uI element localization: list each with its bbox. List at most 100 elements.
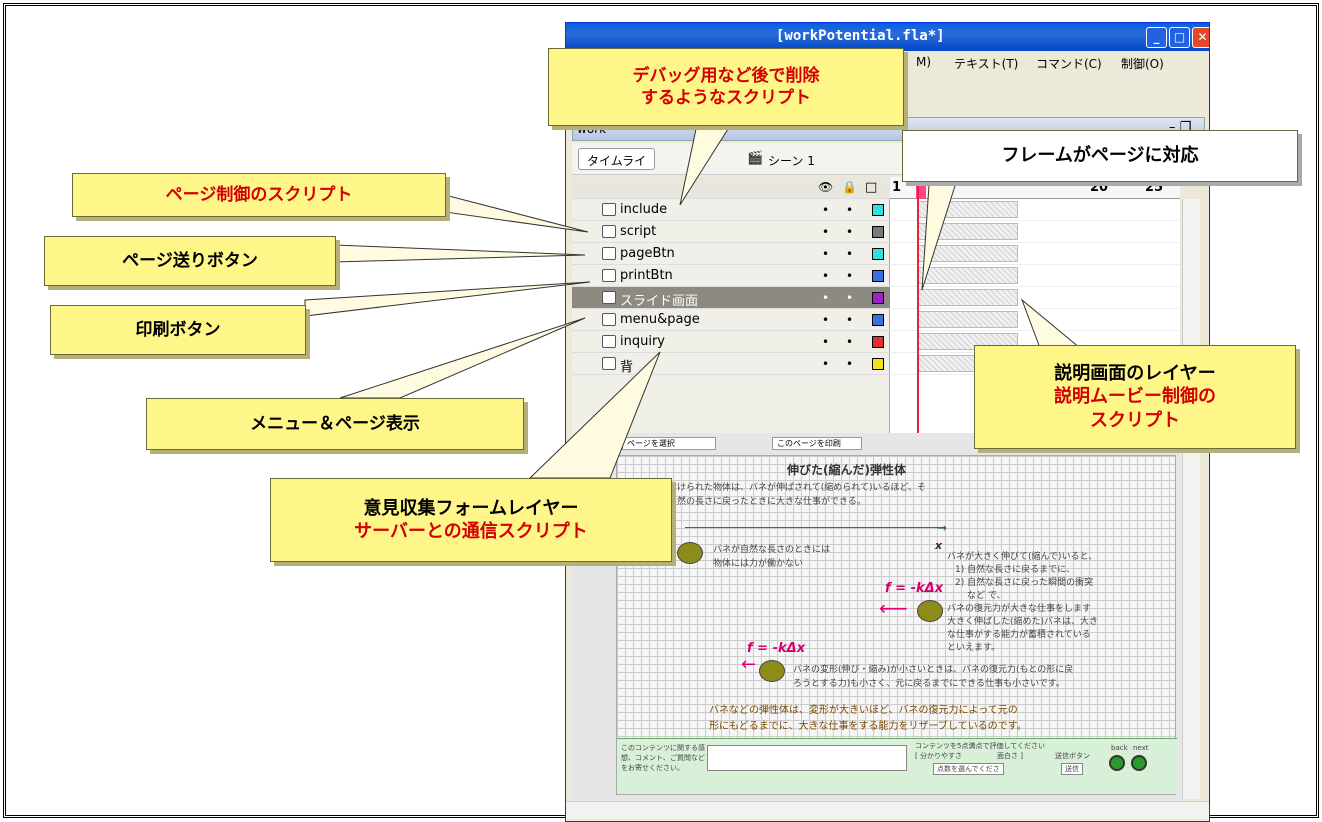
outline-icon[interactable]: □	[865, 180, 877, 195]
menu-item-text[interactable]: テキスト(T)	[954, 55, 1018, 72]
layer-color-swatch[interactable]	[872, 358, 884, 370]
rating-scale-right: 面白さ ]	[997, 752, 1023, 760]
note-big-6: といえます。	[947, 643, 1001, 653]
playhead-line	[917, 177, 919, 433]
lock-dot[interactable]: •	[846, 247, 853, 261]
x-axis	[685, 527, 945, 528]
visibility-dot[interactable]: •	[822, 269, 829, 283]
callout-inquiry-line2: サーバーとの通信スクリプト	[354, 521, 588, 542]
menu-item-m[interactable]: M)	[916, 55, 931, 69]
ruler-tick-1: 1	[892, 180, 902, 195]
callout-inquiry-line1: 意見収集フォームレイヤー	[363, 497, 579, 519]
lock-dot[interactable]: •	[846, 357, 853, 371]
layer-name: menu&page	[620, 312, 700, 327]
layer-row[interactable]: printBtn • •	[572, 265, 890, 287]
page-select[interactable]: ページを選択	[622, 437, 716, 450]
visibility-dot[interactable]: •	[822, 357, 829, 371]
layer-color-swatch[interactable]	[872, 314, 884, 326]
horizontal-scrollbar[interactable]	[566, 801, 1209, 819]
layer-row[interactable]: inquiry • •	[572, 331, 890, 353]
menu-item-control[interactable]: 制御(O)	[1121, 55, 1164, 72]
layer-icon	[602, 357, 616, 370]
timeline-row[interactable]	[890, 243, 1180, 265]
timeline-row[interactable]	[890, 287, 1180, 309]
layer-color-swatch[interactable]	[872, 292, 884, 304]
back-button[interactable]	[1109, 755, 1125, 771]
x-label: x	[935, 539, 943, 552]
send-label: 送信ボタン	[1055, 752, 1090, 760]
visibility-dot[interactable]: •	[822, 203, 829, 217]
lock-dot[interactable]: •	[846, 225, 853, 239]
visibility-dot[interactable]: •	[822, 225, 829, 239]
layer-panel: 👁 🔒 □ include • • script • • pageBtn • • printBtn…	[572, 177, 890, 433]
timeline-row[interactable]	[890, 199, 1180, 221]
comment-textarea[interactable]	[707, 745, 907, 771]
callout-slide-line3: スクリプト	[1090, 409, 1180, 431]
layer-icon	[602, 225, 616, 238]
lock-dot[interactable]: •	[846, 313, 853, 327]
layer-row[interactable]: pageBtn • •	[572, 243, 890, 265]
vertical-scrollbar[interactable]	[1182, 199, 1200, 799]
layer-row[interactable]: menu&page • •	[572, 309, 890, 331]
callout-menu: メニュー＆ページ表示	[146, 398, 524, 450]
timeline-row[interactable]	[890, 265, 1180, 287]
layer-color-swatch[interactable]	[872, 204, 884, 216]
layer-row[interactable]: 背 • •	[572, 353, 890, 375]
visibility-dot[interactable]: •	[822, 335, 829, 349]
note-natural-1: バネが自然な長さのときには	[713, 545, 831, 555]
visibility-dot[interactable]: •	[822, 291, 829, 305]
timeline-row[interactable]	[890, 221, 1180, 243]
window-title: [workPotential.fla*]	[776, 28, 945, 44]
eye-icon[interactable]: 👁	[818, 180, 833, 194]
frame-span	[918, 223, 1018, 240]
layer-color-swatch[interactable]	[872, 248, 884, 260]
layer-name: printBtn	[620, 268, 673, 283]
layer-color-swatch[interactable]	[872, 270, 884, 282]
visibility-dot[interactable]: •	[822, 247, 829, 261]
timeline-row[interactable]	[890, 309, 1180, 331]
arrow-left-small-icon: ←	[741, 654, 757, 675]
lock-dot[interactable]: •	[846, 269, 853, 283]
layer-row[interactable]: include • •	[572, 199, 890, 221]
axis-arrow-icon: →	[937, 521, 948, 535]
menu-item-command[interactable]: コマンド(C)	[1036, 55, 1102, 72]
timeline-toggle-button[interactable]: タイムライ	[578, 148, 656, 170]
print-button[interactable]: このページを印刷	[772, 437, 862, 450]
feedback-form: このコンテンツに関する感想、コメント、ご質問などをお寄せください。 コンテンツを…	[617, 738, 1177, 794]
visibility-dot[interactable]: •	[822, 313, 829, 327]
note-natural-2: 物体には力が働かない	[713, 559, 804, 569]
layer-color-swatch[interactable]	[872, 336, 884, 348]
next-button[interactable]	[1131, 755, 1147, 771]
summary-1: バネなどの弾性体は、変形が大きいほど、バネの復元力によって元の	[709, 705, 1018, 716]
frame-span	[918, 245, 1018, 262]
layer-icon	[602, 291, 616, 304]
ruler-tick-5: 5	[930, 180, 940, 195]
frame-span	[918, 267, 1018, 284]
scene-label[interactable]: シーン 1	[768, 152, 815, 169]
layer-row[interactable]: script • •	[572, 221, 890, 243]
lock-dot[interactable]: •	[846, 291, 853, 305]
lock-dot[interactable]: •	[846, 335, 853, 349]
layer-icon	[602, 203, 616, 216]
lock-dot[interactable]: •	[846, 203, 853, 217]
slide-canvas: 伸びた(縮んだ)弾性体 バネに取り付けられた物体は、バネが伸ばされて(縮められて…	[616, 455, 1177, 795]
callout-pagecontrol: ページ制御のスクリプト	[72, 173, 446, 217]
send-button[interactable]: 送信	[1061, 763, 1083, 776]
layer-name: script	[620, 224, 657, 239]
maximize-button[interactable]: □	[1169, 27, 1190, 48]
next-label: next	[1133, 744, 1149, 752]
layer-name: pageBtn	[620, 246, 675, 261]
rating-select[interactable]: 点数を選んでくださ	[933, 763, 1004, 776]
layer-color-swatch[interactable]	[872, 226, 884, 238]
frame-span	[918, 289, 1018, 306]
callout-print: 印刷ボタン	[50, 305, 306, 355]
layer-icon	[602, 247, 616, 260]
layer-name: スライド画面	[620, 294, 699, 309]
spring-ball-stretched	[917, 600, 943, 622]
close-button[interactable]: ✕	[1192, 27, 1209, 48]
summary-2: 形にもどるまでに、大きな仕事をする能力をリザーブしているのです。	[709, 721, 1027, 732]
lock-icon[interactable]: 🔒	[842, 180, 857, 194]
minimize-button[interactable]: _	[1146, 27, 1167, 48]
note-big-4: など で、	[967, 591, 1006, 601]
layer-row[interactable]: スライド画面 • •	[572, 287, 890, 309]
